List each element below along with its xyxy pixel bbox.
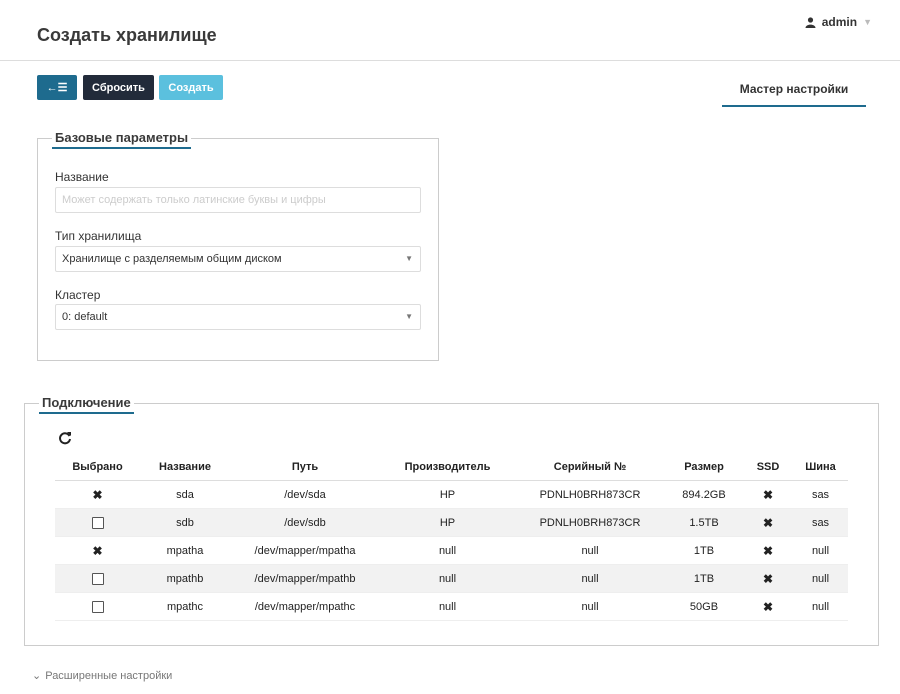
cell-path: /dev/sda: [230, 480, 380, 509]
col-size-header: Размер: [665, 454, 743, 481]
cell-vendor: null: [380, 564, 515, 593]
table-row[interactable]: mpathb/dev/mapper/mpathb null null 1TB ✖ null: [55, 564, 848, 593]
select-cell[interactable]: [55, 564, 140, 593]
cell-serial: null: [515, 592, 665, 621]
table-row[interactable]: sdb/dev/sdb HP PDNLH0BRH873CR 1.5TB ✖ sas: [55, 508, 848, 537]
connection-legend: Подключение: [39, 395, 134, 414]
dropdown-arrow-icon: ▼: [405, 254, 413, 263]
cell-serial: null: [515, 564, 665, 593]
select-checkbox[interactable]: [91, 572, 104, 585]
user-name: admin: [821, 15, 858, 29]
cell-bus: null: [793, 564, 848, 593]
basic-params-legend: Базовые параметры: [52, 130, 192, 149]
cell-name: sda: [140, 480, 230, 509]
advanced-settings-label: Расширенные настройки: [45, 669, 173, 682]
disks-table: Выбрано Название Путь Производитель Серийный…: [55, 454, 848, 621]
cluster-label: Кластер: [55, 288, 101, 302]
advanced-settings-toggle[interactable]: ⌄ Расширенные настройки: [32, 669, 173, 683]
user-menu[interactable]: admin ▼: [805, 15, 872, 29]
cell-vendor: null: [380, 536, 515, 565]
cell-vendor: HP: [380, 480, 515, 509]
back-list-icon: ←☰: [46, 82, 68, 94]
col-path-header: Путь: [230, 454, 380, 481]
cell-size: 50GB: [665, 592, 743, 621]
col-vendor-header: Производитель: [380, 454, 515, 481]
cell-name: mpatha: [140, 536, 230, 565]
name-input[interactable]: Может содержать только латинские буквы и…: [55, 187, 421, 213]
storage-type-select[interactable]: Хранилище с разделяемым общим диском ▼: [55, 246, 421, 272]
cell-path: /dev/sdb: [230, 508, 380, 537]
cell-name: mpathc: [140, 592, 230, 621]
cell-path: /dev/mapper/mpathb: [230, 564, 380, 593]
cell-serial: null: [515, 536, 665, 565]
dropdown-arrow-icon: ▼: [405, 312, 413, 321]
header-divider: [0, 60, 900, 61]
chevron-down-icon: ⌄: [32, 670, 42, 682]
name-label: Название: [55, 170, 109, 184]
cell-name: mpathb: [140, 564, 230, 593]
reset-button[interactable]: Сбросить: [83, 75, 154, 100]
cell-serial: PDNLH0BRH873CR: [515, 480, 665, 509]
cell-ssd: ✖: [743, 508, 793, 537]
select-cell[interactable]: [55, 508, 140, 537]
col-bus-header: Шина: [793, 454, 848, 481]
storage-type-value: Хранилище с разделяемым общим диском: [62, 253, 282, 265]
table-row[interactable]: ✖ mpatha/dev/mapper/mpatha null null 1TB ✖ nul…: [55, 536, 848, 565]
cluster-select[interactable]: 0: default ▼: [55, 304, 421, 330]
cell-bus: null: [793, 592, 848, 621]
cell-serial: PDNLH0BRH873CR: [515, 508, 665, 537]
table-row[interactable]: mpathc/dev/mapper/mpathc null null 50GB ✖ nul…: [55, 592, 848, 621]
select-checkbox[interactable]: [91, 600, 104, 613]
selected-mark-icon[interactable]: ✖: [92, 544, 102, 558]
select-cell[interactable]: ✖: [55, 480, 140, 509]
user-icon: [805, 16, 816, 28]
chevron-down-icon: ▼: [863, 17, 872, 27]
cell-vendor: null: [380, 592, 515, 621]
page-title: Создать хранилище: [37, 25, 217, 45]
cell-ssd: ✖: [743, 592, 793, 621]
cell-size: 894.2GB: [665, 480, 743, 509]
select-cell[interactable]: [55, 592, 140, 621]
cell-size: 1TB: [665, 564, 743, 593]
col-ssd-header: SSD: [743, 454, 793, 481]
cell-vendor: HP: [380, 508, 515, 537]
col-selected-header: Выбрано: [55, 454, 140, 481]
selected-mark-icon[interactable]: ✖: [92, 488, 102, 502]
cluster-value: 0: default: [62, 311, 108, 323]
cell-size: 1TB: [665, 536, 743, 565]
col-name-header: Название: [140, 454, 230, 481]
cell-bus: sas: [793, 508, 848, 537]
cell-ssd: ✖: [743, 536, 793, 565]
select-checkbox[interactable]: [91, 516, 104, 529]
table-row[interactable]: ✖ sda/dev/sda HP PDNLH0BRH873CR 894.2GB ✖ sas: [55, 480, 848, 509]
select-cell[interactable]: ✖: [55, 536, 140, 565]
cell-path: /dev/mapper/mpatha: [230, 536, 380, 565]
tab-wizard[interactable]: Мастер настройки: [722, 74, 866, 107]
table-header-row: Выбрано Название Путь Производитель Серийный…: [55, 454, 848, 481]
create-button[interactable]: Создать: [159, 75, 223, 100]
col-serial-header: Серийный №: [515, 454, 665, 481]
cell-path: /dev/mapper/mpathc: [230, 592, 380, 621]
storage-type-label: Тип хранилища: [55, 229, 142, 243]
cell-ssd: ✖: [743, 480, 793, 509]
refresh-icon[interactable]: [58, 431, 72, 445]
cell-bus: sas: [793, 480, 848, 509]
cell-size: 1.5TB: [665, 508, 743, 537]
cell-name: sdb: [140, 508, 230, 537]
back-to-list-button[interactable]: ←☰: [37, 75, 77, 100]
cell-ssd: ✖: [743, 564, 793, 593]
cell-bus: null: [793, 536, 848, 565]
